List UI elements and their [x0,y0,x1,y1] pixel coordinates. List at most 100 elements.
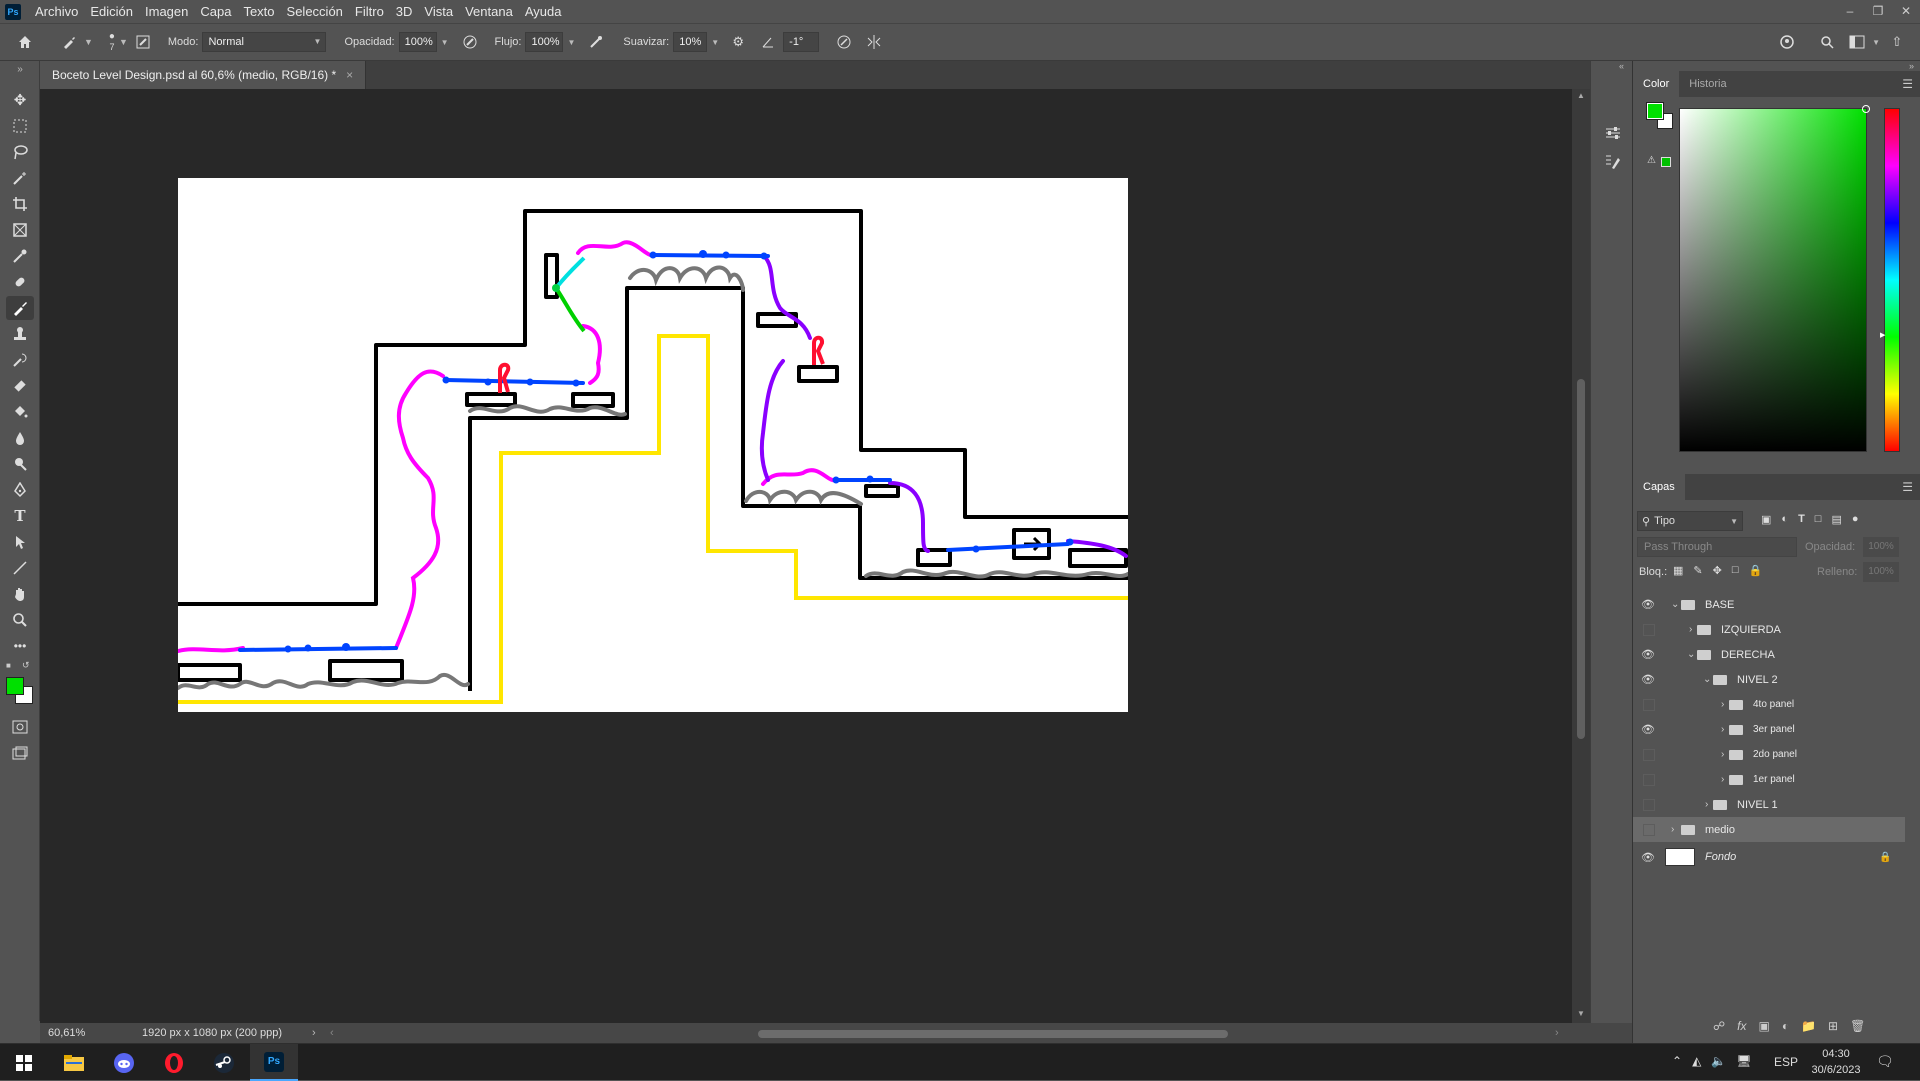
chevron-down-icon[interactable]: ▼ [441,38,449,47]
blend-mode-select[interactable]: Pass Through [1637,537,1797,557]
hue-slider-handle[interactable]: ▶ [1880,331,1885,339]
menu-3d[interactable]: 3D [390,0,419,23]
move-tool-icon[interactable]: ✥ [6,88,34,112]
eye-icon[interactable]: 👁 [1641,648,1655,661]
brush-tool-preset-icon[interactable] [58,31,80,53]
chevron-right-icon[interactable]: › [1721,749,1724,760]
collapse-panels-icon[interactable]: « [1619,61,1624,71]
menu-archivo[interactable]: Archivo [29,0,84,23]
chevron-right-icon[interactable]: › [1689,624,1692,635]
brush-settings-panel-icon[interactable] [1601,149,1625,173]
paint-bucket-tool-icon[interactable] [6,400,34,424]
tab-capas[interactable]: Capas [1633,474,1685,500]
lock-position-icon[interactable]: ✥ [1713,564,1722,577]
windows-start-icon[interactable] [0,1044,48,1081]
airbrush-icon[interactable] [585,31,607,53]
expand-panels-icon[interactable]: » [1909,61,1914,71]
hand-tool-icon[interactable] [6,582,34,606]
history-brush-tool-icon[interactable] [6,348,34,372]
layers-opacity-input[interactable]: 100% [1863,537,1899,557]
chevron-right-icon[interactable]: › [1721,699,1724,710]
layer-row-derecha[interactable]: 👁 ⌄ DERECHA [1633,642,1905,667]
zoom-level[interactable]: 60,61% [48,1027,108,1039]
clock[interactable]: 04:30 30/6/2023 [1806,1046,1866,1078]
chevron-right-icon[interactable]: › [1721,724,1724,735]
websafe-color-swatch[interactable] [1661,157,1671,167]
eye-hidden-icon[interactable] [1643,748,1655,761]
lasso-tool-icon[interactable] [6,140,34,164]
scroll-right-icon[interactable]: › [1555,1027,1559,1039]
symmetry-icon[interactable] [863,31,885,53]
lock-image-icon[interactable]: ✎ [1693,564,1702,577]
steam-icon[interactable] [200,1044,248,1081]
blur-tool-icon[interactable] [6,426,34,450]
minimize-icon[interactable]: – [1836,0,1864,23]
layer-row-medio[interactable]: › medio [1633,817,1905,842]
gear-icon[interactable]: ⚙ [727,31,749,53]
menu-vista[interactable]: Vista [418,0,459,23]
scroll-down-icon[interactable]: ▼ [1577,1009,1585,1018]
document-tab[interactable]: Boceto Level Design.psd al 60,6% (medio,… [40,61,367,89]
eyedropper-tool-icon[interactable] [6,244,34,268]
panel-menu-icon[interactable]: ☰ [1902,77,1913,91]
smoothing-input[interactable]: 10% [673,32,708,52]
color-panel-foreground-swatch[interactable] [1646,102,1664,120]
new-layer-icon[interactable]: ⊞ [1828,1019,1838,1033]
vertical-scroll-thumb[interactable] [1577,379,1585,739]
notifications-icon[interactable]: 🗨 [1876,1053,1894,1070]
pressure-size-icon[interactable] [833,31,855,53]
layer-row-1er-panel[interactable]: › 1er panel [1633,767,1905,792]
layer-row-fondo[interactable]: 👁 Fondo 🔒 [1633,843,1905,871]
screen-mode-icon[interactable] [6,741,34,765]
document-canvas[interactable] [178,178,1128,712]
workspace-icon[interactable] [1846,31,1868,53]
layer-row-nivel-2[interactable]: 👁 ⌄ NIVEL 2 [1633,667,1905,692]
photoshop-taskbar-icon[interactable]: Ps [250,1044,298,1081]
eye-icon[interactable]: 👁 [1641,851,1655,864]
adjustments-icon[interactable] [1601,121,1625,145]
healing-brush-tool-icon[interactable] [6,270,34,294]
scroll-left-icon[interactable]: ‹ [330,1027,334,1039]
lock-transparent-icon[interactable]: ▦ [1673,564,1683,577]
link-layers-icon[interactable]: ☍ [1713,1019,1725,1033]
filter-smart-object-icon[interactable]: ▤ [1831,513,1841,526]
path-selection-tool-icon[interactable] [6,530,34,554]
menu-edicion[interactable]: Edición [84,0,139,23]
dodge-tool-icon[interactable] [6,452,34,476]
chevron-down-icon[interactable]: ▼ [567,38,575,47]
chevron-down-icon[interactable]: ▼ [84,37,93,47]
line-tool-icon[interactable] [6,556,34,580]
color-picker-cursor[interactable] [1862,105,1870,113]
restore-icon[interactable]: ❐ [1864,0,1892,23]
eye-hidden-icon[interactable] [1643,698,1655,711]
close-window-icon[interactable]: ✕ [1892,0,1920,23]
chevron-down-icon[interactable]: ▼ [711,38,719,47]
lock-all-icon[interactable]: 🔒 [1749,564,1763,577]
scroll-up-icon[interactable]: ▲ [1577,91,1585,100]
filter-toggle-icon[interactable]: ● [1852,513,1859,526]
color-field[interactable] [1679,105,1870,452]
layer-row-2do-panel[interactable]: › 2do panel [1633,742,1905,767]
eye-hidden-icon[interactable] [1643,773,1655,786]
pen-tool-icon[interactable] [6,478,34,502]
close-document-icon[interactable]: × [346,68,353,82]
foreground-color-swatch[interactable] [6,677,24,695]
layer-row-4to-panel[interactable]: › 4to panel [1633,692,1905,717]
share-icon[interactable]: ⇧ [1886,31,1908,53]
add-mask-icon[interactable]: ▣ [1759,1019,1770,1033]
language-indicator[interactable]: ESP [1774,1055,1798,1069]
swap-colors-icon[interactable]: ↺ [22,660,30,671]
network-icon[interactable]: 🖥 [1736,1054,1751,1068]
chevron-right-icon[interactable]: › [1721,774,1724,785]
layer-filter-select[interactable]: ⚲ Tipo ▼ [1637,511,1743,531]
chevron-down-icon[interactable]: ▼ [119,37,128,47]
chevron-right-icon[interactable]: › [1705,799,1708,810]
file-explorer-icon[interactable] [50,1044,98,1081]
eye-hidden-icon[interactable] [1643,798,1655,811]
marquee-tool-icon[interactable] [6,114,34,138]
filter-pixel-icon[interactable]: ▣ [1761,513,1771,526]
menu-texto[interactable]: Texto [237,0,280,23]
mode-select[interactable]: Normal ▼ [202,32,327,52]
lock-artboard-icon[interactable]: □ [1732,564,1739,577]
more-tools-icon[interactable]: ••• [6,634,34,658]
